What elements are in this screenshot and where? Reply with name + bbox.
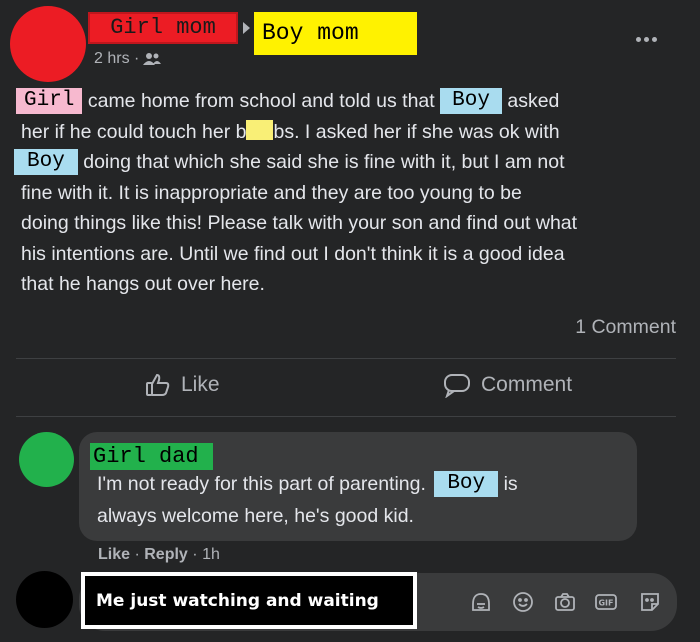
recipient-name[interactable]: Boy mom xyxy=(254,12,417,55)
comment-like-link[interactable]: Like xyxy=(98,546,130,563)
camera-icon[interactable] xyxy=(553,590,577,614)
emoji-icon[interactable] xyxy=(511,590,535,614)
post-line-3: doing that which she said she is fine wi… xyxy=(83,151,565,173)
meta-separator: · xyxy=(134,546,140,563)
comment-bubble: Girl dad I'm not ready for this part of … xyxy=(79,432,637,541)
post-line-6: his intentions are. Until we find out I … xyxy=(21,242,565,265)
comment-icon xyxy=(443,372,471,399)
reply-caption-text: Me just watching and waiting xyxy=(96,590,379,611)
post-time[interactable]: 2 hrs · xyxy=(94,50,162,68)
more-options-icon[interactable] xyxy=(636,37,657,42)
arrow-right-icon xyxy=(243,22,250,34)
author-avatar[interactable] xyxy=(10,6,86,82)
author-name-text: Girl mom xyxy=(110,15,216,40)
boy-tag: Boy xyxy=(440,87,502,114)
commenter-avatar[interactable] xyxy=(19,432,74,487)
comment-count[interactable]: 1 Comment xyxy=(575,316,676,339)
post-line-4: fine with it. It is inappropriate and th… xyxy=(21,181,522,204)
comment-meta: Like · Reply · 1h xyxy=(98,546,220,564)
comment-line-1-text: I'm not ready for this part of parenting… xyxy=(97,473,426,496)
post-line-1: came home from school and told us that xyxy=(87,90,435,112)
comment-label: Comment xyxy=(481,373,573,396)
comment-reply-link[interactable]: Reply xyxy=(144,546,188,563)
comment-line-1: I'm not ready for this part of parenting… xyxy=(97,471,518,498)
post-line-5: doing things like this! Please talk with… xyxy=(21,212,578,234)
boy-tag: Boy xyxy=(434,471,499,497)
post-body: Girl came home from school and told us t… xyxy=(14,86,681,300)
divider xyxy=(16,358,676,359)
comment-time[interactable]: 1h xyxy=(202,546,220,563)
svg-text:GIF: GIF xyxy=(598,599,613,608)
censor-block xyxy=(246,120,274,141)
avatar-sticker-icon[interactable] xyxy=(469,590,493,614)
commenter-name[interactable]: Girl dad xyxy=(90,443,213,470)
post-line-2b: bs. I asked her if she was ok with xyxy=(273,120,560,143)
sticker-icon[interactable] xyxy=(638,590,662,614)
reply-caption-box: Me just watching and waiting xyxy=(81,572,417,629)
comment-button[interactable]: Comment xyxy=(443,372,573,399)
post-line-2a: her if he could touch her b xyxy=(21,120,247,143)
commenter-name-text: Girl dad xyxy=(93,443,199,469)
comment-line-2-text: always welcome here, he's good kid. xyxy=(97,505,414,527)
meta-separator: · xyxy=(192,546,198,563)
recipient-name-text: Boy mom xyxy=(262,20,359,46)
author-name[interactable]: Girl mom xyxy=(88,12,238,44)
like-label: Like xyxy=(181,373,220,396)
thumbs-up-icon xyxy=(145,372,171,398)
divider xyxy=(16,416,676,417)
like-button[interactable]: Like xyxy=(145,372,220,398)
comment-line-2: always welcome here, he's good kid. xyxy=(97,505,414,528)
post-line-1-tail: asked xyxy=(507,90,560,112)
boy-tag: Boy xyxy=(14,148,78,175)
comment-line-1-tail: is xyxy=(503,473,518,496)
comment-count-text: 1 Comment xyxy=(575,316,676,338)
friends-audience-icon xyxy=(143,52,162,66)
post-time-text: 2 hrs · xyxy=(94,50,140,67)
gif-icon[interactable]: GIF xyxy=(594,590,618,614)
current-user-avatar[interactable] xyxy=(16,571,73,628)
girl-tag: Girl xyxy=(16,87,83,114)
post-line-7: that he hangs out over here. xyxy=(21,273,265,295)
